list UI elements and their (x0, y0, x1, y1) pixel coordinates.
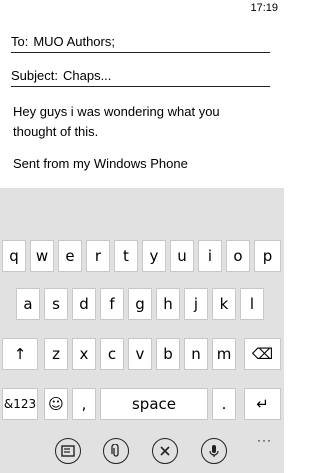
message-body-line-2[interactable]: thought of this. (13, 122, 275, 142)
key-d[interactable]: d (72, 288, 96, 320)
key-s[interactable]: s (44, 288, 68, 320)
subject-value[interactable]: Chaps... (63, 68, 111, 83)
key-u[interactable]: u (170, 240, 194, 272)
key-r[interactable]: r (86, 240, 110, 272)
period-key[interactable]: . (212, 388, 236, 420)
discard-button[interactable] (152, 438, 178, 464)
space-key[interactable]: space (100, 388, 208, 420)
symbols-key[interactable]: &123 (2, 388, 38, 420)
to-label: To: (11, 34, 29, 49)
key-t[interactable]: t (114, 240, 138, 272)
key-a[interactable]: a (16, 288, 40, 320)
key-j[interactable]: j (184, 288, 208, 320)
key-v[interactable]: v (128, 338, 152, 370)
message-body-line-1[interactable]: Hey guys i was wondering what you (13, 102, 275, 122)
enter-icon: ↵ (256, 395, 269, 413)
shift-icon: ↑ (13, 345, 27, 363)
key-i[interactable]: i (198, 240, 222, 272)
status-bar: 17:19 (0, 0, 284, 16)
status-time: 17:19 (250, 2, 278, 14)
key-b[interactable]: b (156, 338, 180, 370)
key-e[interactable]: e (58, 240, 82, 272)
key-q[interactable]: q (2, 240, 26, 272)
backspace-key[interactable]: ⌫ (244, 338, 281, 370)
microphone-icon (209, 445, 219, 457)
key-o[interactable]: o (226, 240, 250, 272)
key-f[interactable]: f (100, 288, 124, 320)
subject-field[interactable]: Subject: Chaps... (11, 67, 270, 87)
shift-key[interactable]: ↑ (2, 338, 38, 370)
send-icon (61, 445, 75, 457)
key-h[interactable]: h (156, 288, 180, 320)
key-g[interactable]: g (128, 288, 152, 320)
key-y[interactable]: y (142, 240, 166, 272)
attach-icon (111, 443, 119, 457)
send-button[interactable] (55, 438, 81, 464)
key-m[interactable]: m (212, 338, 236, 370)
key-c[interactable]: c (100, 338, 124, 370)
key-k[interactable]: k (212, 288, 236, 320)
emoji-key[interactable]: ☺ (44, 388, 68, 420)
subject-label: Subject: (11, 68, 58, 83)
enter-key[interactable]: ↵ (244, 388, 281, 420)
close-icon (160, 446, 170, 456)
to-field[interactable]: To: MUO Authors; (11, 33, 270, 53)
on-screen-keyboard: q w e r t y u i o p a s d f g h j k l ↑ … (0, 188, 284, 473)
key-z[interactable]: z (44, 338, 68, 370)
to-recipient[interactable]: MUO Authors; (33, 34, 115, 49)
key-w[interactable]: w (30, 240, 54, 272)
attach-button[interactable] (103, 438, 129, 464)
key-p[interactable]: p (254, 240, 281, 272)
smiley-icon: ☺ (48, 395, 64, 413)
key-x[interactable]: x (72, 338, 96, 370)
key-l[interactable]: l (240, 288, 264, 320)
signature[interactable]: Sent from my Windows Phone (13, 156, 188, 171)
dictate-button[interactable] (201, 438, 227, 464)
comma-key[interactable]: , (72, 388, 96, 420)
backspace-icon: ⌫ (251, 345, 274, 363)
more-options-ellipsis[interactable]: ··· (257, 433, 272, 447)
key-n[interactable]: n (184, 338, 208, 370)
